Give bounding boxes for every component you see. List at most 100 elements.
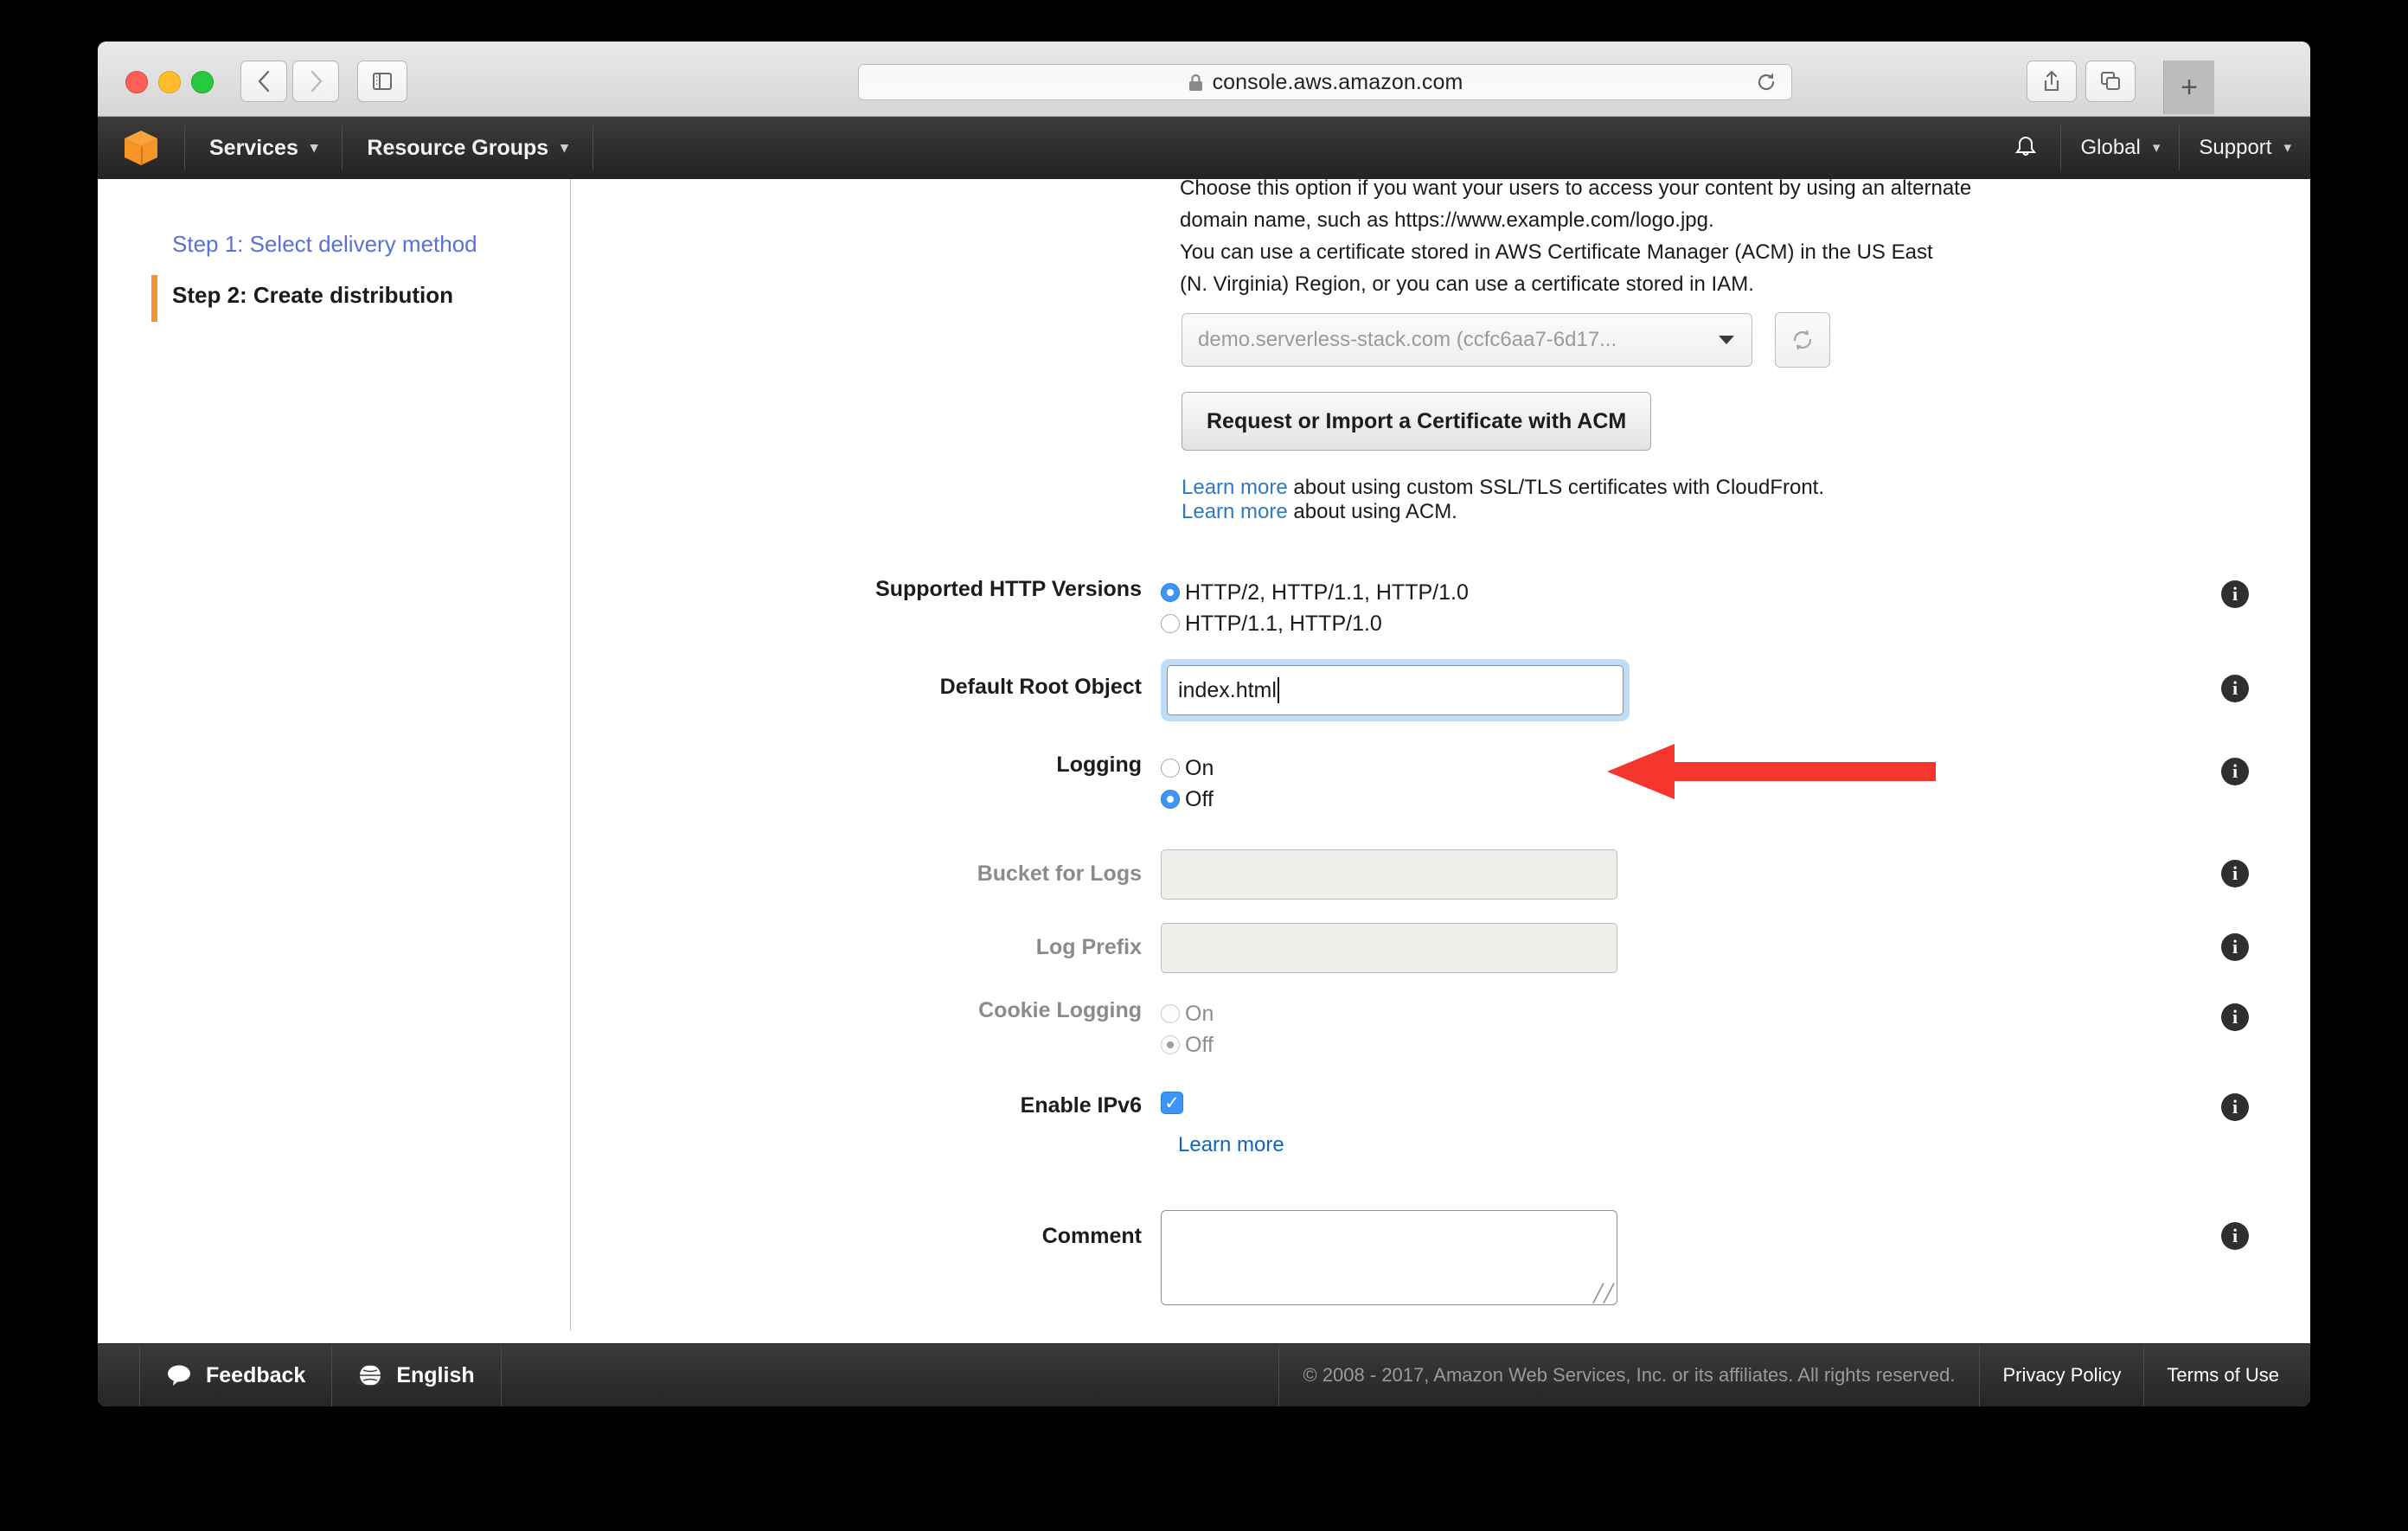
bucket-for-logs-label: Bucket for Logs xyxy=(571,849,1161,887)
field-row-logging: Logging On Off i xyxy=(571,753,1214,815)
log-prefix-input[interactable] xyxy=(1161,923,1617,973)
chevron-down-icon: ▾ xyxy=(2153,139,2161,157)
red-pointer-arrow xyxy=(1607,744,1936,799)
radio-button[interactable] xyxy=(1161,1035,1180,1054)
url-text: console.aws.amazon.com xyxy=(1213,70,1463,95)
info-icon[interactable]: i xyxy=(2221,1093,2249,1121)
info-icon[interactable]: i xyxy=(2221,1222,2249,1250)
radio-button[interactable] xyxy=(1161,759,1180,778)
certificate-select[interactable]: demo.serverless-stack.com (ccfc6aa7-6d17… xyxy=(1182,313,1752,367)
default-root-object-control: index.html xyxy=(1161,659,1630,721)
field-row-cookie-logging: Cookie Logging On Off i xyxy=(571,998,1214,1060)
sidebar-item-step-1[interactable]: Step 1: Select delivery method xyxy=(98,219,570,270)
field-row-http-versions: Supported HTTP Versions HTTP/2, HTTP/1.1… xyxy=(571,577,1469,639)
nav-region-label: Global xyxy=(2080,136,2140,160)
log-prefix-label: Log Prefix xyxy=(571,923,1161,960)
wizard-form-pane: Choose this option if you want your user… xyxy=(571,179,2310,1330)
nav-resource-groups[interactable]: Resource Groups ▾ xyxy=(343,117,592,179)
window-minimize-button[interactable] xyxy=(158,71,181,93)
info-icon[interactable]: i xyxy=(2221,860,2249,887)
cookie-logging-label: Cookie Logging xyxy=(571,998,1161,1023)
tab-overview-icon[interactable] xyxy=(2085,61,2136,102)
bucket-for-logs-input[interactable] xyxy=(1161,849,1617,900)
certificate-select-value: demo.serverless-stack.com (ccfc6aa7-6d17… xyxy=(1198,328,1708,352)
browser-window: console.aws.amazon.com + xyxy=(98,42,2310,1406)
default-root-object-input[interactable]: index.html xyxy=(1167,665,1623,715)
chevron-down-icon: ▾ xyxy=(560,139,568,157)
screenshot-root: console.aws.amazon.com + xyxy=(0,0,2408,1531)
comment-textarea[interactable]: ╱╱ xyxy=(1161,1210,1617,1305)
radio-option-http2[interactable]: HTTP/2, HTTP/1.1, HTTP/1.0 xyxy=(1161,577,1469,608)
enable-ipv6-control: ✓ Learn more xyxy=(1161,1092,1284,1157)
page-footer: Feedback English © 2008 - 2017, Amazon W… xyxy=(98,1343,2310,1406)
radio-label: HTTP/2, HTTP/1.1, HTTP/1.0 xyxy=(1185,577,1469,608)
refresh-icon[interactable] xyxy=(1775,312,1830,368)
notifications-bell-icon[interactable] xyxy=(1991,117,2060,179)
window-close-button[interactable] xyxy=(125,71,148,93)
language-label: English xyxy=(396,1363,474,1388)
intro-line-4: (N. Virginia) Region, or you can use a c… xyxy=(1180,268,2045,300)
radio-option-logging-off[interactable]: Off xyxy=(1161,784,1214,815)
language-button[interactable]: English xyxy=(332,1344,501,1406)
intro-line-1: Choose this option if you want your user… xyxy=(1180,179,2045,204)
new-tab-button[interactable]: + xyxy=(2163,61,2214,114)
comment-label: Comment xyxy=(571,1210,1161,1249)
request-certificate-acm-button[interactable]: Request or Import a Certificate with ACM xyxy=(1182,392,1651,451)
info-icon[interactable]: i xyxy=(2221,580,2249,608)
chevron-down-icon xyxy=(1717,329,1736,351)
radio-label: On xyxy=(1185,753,1214,784)
forward-arrow-icon[interactable] xyxy=(292,61,339,102)
radio-button[interactable] xyxy=(1161,583,1180,602)
back-arrow-icon[interactable] xyxy=(240,61,287,102)
radio-button[interactable] xyxy=(1161,1004,1180,1023)
nav-region-selector[interactable]: Global ▾ xyxy=(2061,117,2179,179)
field-row-bucket-for-logs: Bucket for Logs i xyxy=(571,849,1617,900)
feedback-button[interactable]: Feedback xyxy=(139,1344,332,1406)
nav-divider xyxy=(592,125,593,170)
reload-icon[interactable] xyxy=(1755,71,1777,93)
nav-support-label: Support xyxy=(2199,136,2271,160)
aws-cube-logo[interactable] xyxy=(98,117,184,179)
sidebar-toggle-icon[interactable] xyxy=(357,61,407,102)
resize-handle-icon[interactable]: ╱╱ xyxy=(1593,1285,1614,1303)
learn-more-acm-link[interactable]: Learn more xyxy=(1182,500,1288,523)
enable-ipv6-checkbox[interactable]: ✓ xyxy=(1161,1092,1183,1114)
sidebar-item-step-2: Step 2: Create distribution xyxy=(98,270,570,321)
feedback-label: Feedback xyxy=(206,1363,305,1388)
address-bar[interactable]: console.aws.amazon.com xyxy=(858,64,1792,100)
page-body: Step 1: Select delivery method Step 2: C… xyxy=(98,179,2310,1330)
copyright-text: © 2008 - 2017, Amazon Web Services, Inc.… xyxy=(1278,1344,1981,1406)
speech-bubble-icon xyxy=(166,1364,192,1387)
terms-of-use-link[interactable]: Terms of Use xyxy=(2144,1344,2310,1406)
nav-services[interactable]: Services ▾ xyxy=(185,117,342,179)
info-icon[interactable]: i xyxy=(2221,675,2249,702)
radio-option-logging-on[interactable]: On xyxy=(1161,753,1214,784)
share-icon[interactable] xyxy=(2027,61,2077,102)
enable-ipv6-label: Enable IPv6 xyxy=(571,1092,1161,1118)
wizard-steps-sidebar: Step 1: Select delivery method Step 2: C… xyxy=(98,179,571,1330)
focus-ring: index.html xyxy=(1161,659,1630,721)
info-icon[interactable]: i xyxy=(2221,758,2249,785)
radio-label: Off xyxy=(1185,784,1214,815)
radio-button[interactable] xyxy=(1161,790,1180,809)
learn-more-ipv6-link[interactable]: Learn more xyxy=(1178,1133,1284,1156)
radio-option-http11[interactable]: HTTP/1.1, HTTP/1.0 xyxy=(1161,608,1469,639)
nav-services-label: Services xyxy=(209,136,298,161)
certificate-row: demo.serverless-stack.com (ccfc6aa7-6d17… xyxy=(1182,312,1830,368)
radio-option-cookie-off[interactable]: Off xyxy=(1161,1029,1214,1060)
privacy-policy-link[interactable]: Privacy Policy xyxy=(1980,1344,2144,1406)
info-icon[interactable]: i xyxy=(2221,1003,2249,1031)
nav-right-group: Global ▾ Support ▾ xyxy=(1991,117,2310,179)
http-versions-label: Supported HTTP Versions xyxy=(571,577,1161,602)
field-row-log-prefix: Log Prefix i xyxy=(571,923,1617,973)
radio-button[interactable] xyxy=(1161,614,1180,633)
learn-more-ssl-link[interactable]: Learn more xyxy=(1182,476,1288,499)
chevron-down-icon: ▾ xyxy=(2283,139,2291,157)
radio-option-cookie-on[interactable]: On xyxy=(1161,998,1214,1029)
window-zoom-button[interactable] xyxy=(191,71,214,93)
info-icon[interactable]: i xyxy=(2221,933,2249,961)
nav-support[interactable]: Support ▾ xyxy=(2180,117,2310,179)
logging-label: Logging xyxy=(571,753,1161,778)
globe-icon xyxy=(358,1363,382,1387)
comment-control: ╱╱ xyxy=(1161,1210,1617,1305)
